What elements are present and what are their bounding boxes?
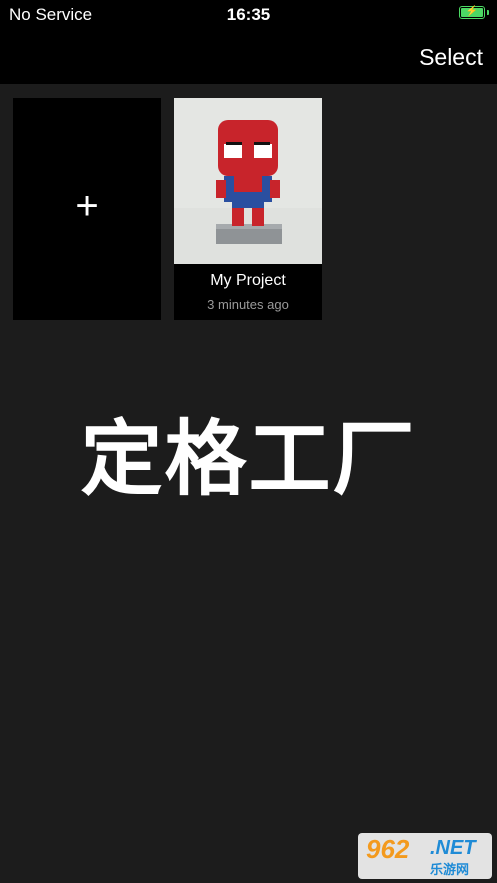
watermark-domain: .NET xyxy=(430,837,476,859)
new-project-card[interactable]: + xyxy=(13,98,161,320)
watermark-subtitle: 乐游网 xyxy=(430,862,470,877)
overlay-title: 定格工厂 xyxy=(80,414,417,505)
project-thumbnail xyxy=(174,98,322,264)
watermark-logo: 962 .NET 乐游网 xyxy=(358,833,492,879)
top-bar: No Service 16:35 ⚡ Select xyxy=(0,0,497,84)
battery-icon: ⚡ xyxy=(459,6,489,19)
project-card[interactable]: My Project 3 minutes ago xyxy=(174,98,322,320)
status-time: 16:35 xyxy=(226,5,271,24)
project-timestamp: 3 minutes ago xyxy=(207,297,289,312)
bolt-icon: ⚡ xyxy=(465,6,479,17)
watermark-number: 962 xyxy=(366,834,410,864)
lego-figure-image xyxy=(174,98,322,264)
plus-icon: + xyxy=(75,184,99,228)
project-name: My Project xyxy=(210,272,286,289)
select-button[interactable]: Select xyxy=(419,44,483,71)
